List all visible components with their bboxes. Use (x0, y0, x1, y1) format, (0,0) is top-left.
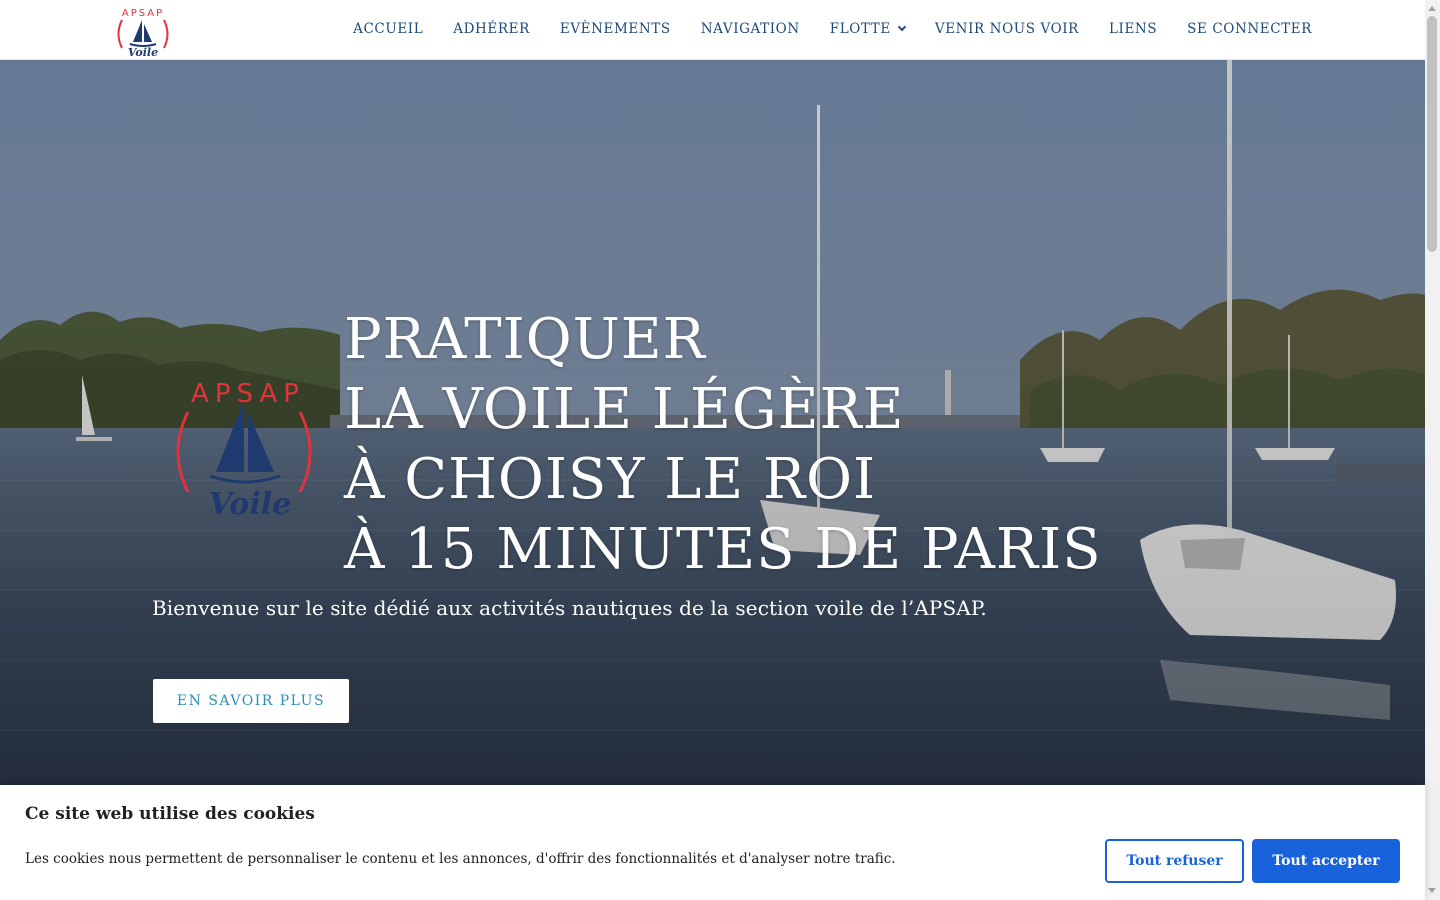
cookie-banner-title: Ce site web utilise des cookies (25, 804, 315, 824)
hero-headline: PRATIQUER LA VOILE LÉGÈRE À CHOISY LE RO… (344, 305, 1102, 585)
nav-venir-nous-voir[interactable]: VENIR NOUS VOIR (935, 21, 1079, 37)
page-scrollbar[interactable] (1425, 0, 1440, 900)
nav-se-connecter[interactable]: SE CONNECTER (1187, 21, 1312, 37)
svg-text:Voile: Voile (128, 46, 158, 58)
svg-text:APSAP: APSAP (122, 8, 164, 19)
nav-accueil[interactable]: ACCUEIL (353, 21, 423, 37)
scroll-up-arrow-icon[interactable] (1428, 6, 1436, 11)
headline-line: PRATIQUER (344, 307, 706, 372)
headline-line: À 15 MINUTES DE PARIS (344, 517, 1102, 582)
cookie-banner: Ce site web utilise des cookies Les cook… (0, 785, 1425, 900)
refuse-cookies-button[interactable]: Tout refuser (1105, 839, 1244, 883)
nav-item-label: LIENS (1108, 21, 1158, 37)
site-header: APSAP Voile ACCUEIL ADHÉRER EVÈNEMENTS N… (0, 0, 1425, 60)
headline-line: À CHOISY LE ROI (344, 447, 877, 512)
svg-text:APSAP: APSAP (191, 379, 305, 409)
nav-evenements[interactable]: EVÈNEMENTS (560, 21, 671, 37)
apsap-logo[interactable]: APSAP Voile (112, 4, 174, 58)
cookie-banner-text: Les cookies nous permettent de personnal… (25, 851, 896, 867)
scrollbar-thumb[interactable] (1427, 16, 1437, 252)
nav-liens[interactable]: LIENS (1109, 21, 1157, 37)
nav-item-label: FLOTTE (829, 21, 891, 37)
nav-item-label: NAVIGATION (700, 21, 800, 37)
chevron-down-icon (897, 22, 907, 32)
nav-item-label: ADHÉRER (453, 21, 530, 37)
nav-item-label: SE CONNECTER (1187, 21, 1312, 37)
hero-subtitle: Bienvenue sur le site dédié aux activité… (152, 596, 987, 620)
svg-text:Voile: Voile (209, 487, 291, 522)
hero-apsap-logo: APSAP Voile (176, 379, 312, 522)
nav-item-label: ACCUEIL (353, 21, 424, 37)
nav-flotte[interactable]: FLOTTE (829, 21, 907, 37)
scroll-down-arrow-icon[interactable] (1428, 888, 1436, 893)
nav-item-label: VENIR NOUS VOIR (934, 21, 1079, 37)
headline-line: LA VOILE LÉGÈRE (344, 377, 905, 442)
en-savoir-plus-button[interactable]: EN SAVOIR PLUS (153, 679, 349, 723)
nav-adherer[interactable]: ADHÉRER (453, 21, 530, 37)
main-nav: ACCUEIL ADHÉRER EVÈNEMENTS NAVIGATION FL… (353, 0, 1312, 58)
hero-section: APSAP Voile PRATIQUER LA VOILE LÉGÈRE À … (0, 60, 1425, 785)
accept-cookies-button[interactable]: Tout accepter (1252, 839, 1400, 883)
nav-item-label: EVÈNEMENTS (559, 21, 671, 37)
nav-navigation[interactable]: NAVIGATION (701, 21, 800, 37)
